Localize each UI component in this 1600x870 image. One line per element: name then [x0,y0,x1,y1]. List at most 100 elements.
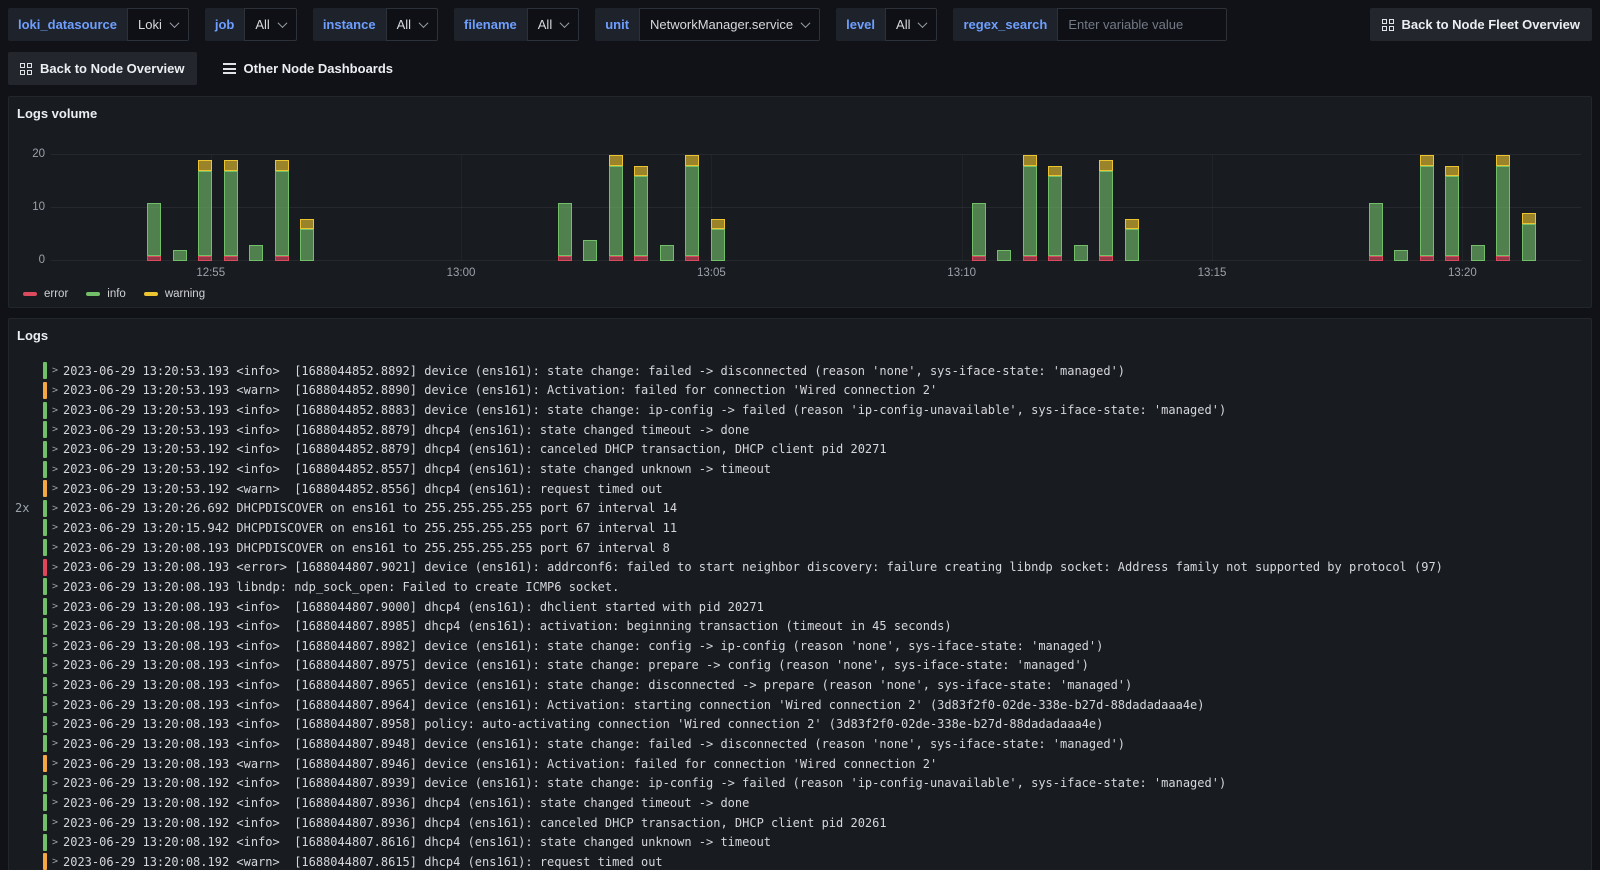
stacked-bar[interactable] [274,160,289,261]
stacked-bar[interactable] [1073,245,1088,261]
log-row[interactable]: >2023-06-29 13:20:08.193 DHCPDISCOVER on… [9,538,1591,558]
log-row[interactable]: >2023-06-29 13:20:08.193 <info> [1688044… [9,597,1591,617]
log-expand-chevron-icon[interactable]: > [47,817,63,828]
stacked-bar[interactable] [172,250,187,261]
stacked-bar[interactable] [1521,213,1536,261]
log-expand-chevron-icon[interactable]: > [47,778,63,789]
log-expand-chevron-icon[interactable]: > [47,365,63,376]
log-expand-chevron-icon[interactable]: > [47,660,63,671]
stacked-bar[interactable] [557,202,572,261]
log-expand-chevron-icon[interactable]: > [47,385,63,396]
log-expand-chevron-icon[interactable]: > [47,837,63,848]
stacked-bar[interactable] [685,155,700,261]
log-expand-chevron-icon[interactable]: > [47,503,63,514]
stacked-bar[interactable] [147,202,162,261]
log-expand-chevron-icon[interactable]: > [47,680,63,691]
log-row[interactable]: >2023-06-29 13:20:53.192 <info> [1688044… [9,440,1591,460]
log-expand-chevron-icon[interactable]: > [47,424,63,435]
bar-segment-info [1022,165,1037,256]
stacked-bar[interactable] [710,218,725,261]
stacked-bar[interactable] [1394,250,1409,261]
stacked-bar[interactable] [1022,155,1037,261]
log-row[interactable]: >2023-06-29 13:20:53.193 <info> [1688044… [9,361,1591,381]
stacked-bar[interactable] [198,160,213,261]
log-row[interactable]: >2023-06-29 13:20:08.193 <info> [1688044… [9,695,1591,715]
log-expand-chevron-icon[interactable]: > [47,522,63,533]
legend-item-warning[interactable]: warning [143,288,205,300]
other-node-dashboards-link[interactable]: Other Node Dashboards [219,52,398,85]
variable-input-regex_search[interactable] [1057,8,1228,41]
log-expand-chevron-icon[interactable]: > [47,699,63,710]
log-row[interactable]: >2023-06-29 13:20:53.193 <info> [1688044… [9,400,1591,420]
stacked-bar[interactable] [659,245,674,261]
stacked-bar[interactable] [997,250,1012,261]
bar-segment-error [1496,255,1511,261]
stacked-bar[interactable] [1419,155,1434,261]
back-to-node-overview-button[interactable]: Back to Node Overview [8,52,197,85]
log-expand-chevron-icon[interactable]: > [47,738,63,749]
bar-segment-info [634,176,649,256]
variable-value-job[interactable]: All [244,8,297,41]
stacked-bar[interactable] [971,202,986,261]
log-row[interactable]: >2023-06-29 13:20:08.192 <info> [1688044… [9,793,1591,813]
log-expand-chevron-icon[interactable]: > [47,464,63,475]
log-expand-chevron-icon[interactable]: > [47,444,63,455]
variable-value-unit[interactable]: NetworkManager.service [639,8,821,41]
stacked-bar[interactable] [1368,202,1383,261]
bar-segment-info [1124,229,1139,261]
stacked-bar[interactable] [300,218,315,261]
log-expand-chevron-icon[interactable]: > [47,797,63,808]
chevron-down-icon [800,18,811,29]
log-expand-chevron-icon[interactable]: > [47,621,63,632]
variable-value-level[interactable]: All [885,8,938,41]
log-expand-chevron-icon[interactable]: > [47,483,63,494]
stacked-bar[interactable] [634,165,649,261]
log-row[interactable]: >2023-06-29 13:20:08.192 <info> [1688044… [9,813,1591,833]
log-expand-chevron-icon[interactable]: > [47,581,63,592]
log-row[interactable]: >2023-06-29 13:20:08.193 <info> [1688044… [9,715,1591,735]
log-expand-chevron-icon[interactable]: > [47,542,63,553]
stacked-bar[interactable] [223,160,238,261]
log-expand-chevron-icon[interactable]: > [47,719,63,730]
log-row[interactable]: >2023-06-29 13:20:08.192 <warn> [1688044… [9,852,1591,870]
variable-value-instance[interactable]: All [385,8,439,41]
log-row[interactable]: >2023-06-29 13:20:15.942 DHCPDISCOVER on… [9,518,1591,538]
log-row[interactable]: >2023-06-29 13:20:08.193 <warn> [1688044… [9,754,1591,774]
log-expand-chevron-icon[interactable]: > [47,856,63,867]
log-row[interactable]: >2023-06-29 13:20:53.193 <warn> [1688044… [9,381,1591,401]
log-expand-chevron-icon[interactable]: > [47,562,63,573]
stacked-bar[interactable] [1099,160,1114,261]
log-row[interactable]: >2023-06-29 13:20:08.193 <info> [1688044… [9,734,1591,754]
log-row[interactable]: >2023-06-29 13:20:08.193 <error> [168804… [9,557,1591,577]
variable-value-filename[interactable]: All [526,8,580,41]
stacked-bar[interactable] [1124,218,1139,261]
variable-value-loki_datasource[interactable]: Loki [127,8,189,41]
stacked-bar[interactable] [1470,245,1485,261]
log-row[interactable]: >2023-06-29 13:20:53.192 <warn> [1688044… [9,479,1591,499]
stacked-bar[interactable] [1445,165,1460,261]
logs-panel: Logs >2023-06-29 13:20:53.193 <info> [16… [8,318,1592,870]
stacked-bar[interactable] [583,239,598,261]
log-expand-chevron-icon[interactable]: > [47,758,63,769]
legend-item-error[interactable]: error [23,288,68,300]
stacked-bar[interactable] [608,155,623,261]
back-to-node-fleet-overview-button[interactable]: Back to Node Fleet Overview [1369,8,1592,41]
log-expand-chevron-icon[interactable]: > [47,640,63,651]
log-row[interactable]: >2023-06-29 13:20:08.193 <info> [1688044… [9,616,1591,636]
logs-volume-chart[interactable]: 12:55 13:00 13:05 13:10 13:15 13:20 [51,154,1581,279]
legend-item-info[interactable]: info [86,288,126,300]
log-expand-chevron-icon[interactable]: > [47,601,63,612]
log-row[interactable]: >2023-06-29 13:20:08.193 libndp: ndp_soc… [9,577,1591,597]
log-row[interactable]: >2023-06-29 13:20:08.193 <info> [1688044… [9,656,1591,676]
stacked-bar[interactable] [1048,165,1063,261]
log-row[interactable]: >2023-06-29 13:20:08.193 <info> [1688044… [9,636,1591,656]
log-row[interactable]: >2023-06-29 13:20:53.192 <info> [1688044… [9,459,1591,479]
stacked-bar[interactable] [249,245,264,261]
log-row[interactable]: >2023-06-29 13:20:08.192 <info> [1688044… [9,773,1591,793]
log-row[interactable]: >2023-06-29 13:20:08.193 <info> [1688044… [9,675,1591,695]
stacked-bar[interactable] [1496,155,1511,261]
log-row[interactable]: >2023-06-29 13:20:53.193 <info> [1688044… [9,420,1591,440]
log-row[interactable]: 2x >2023-06-29 13:20:26.692 DHCPDISCOVER … [9,498,1591,518]
log-expand-chevron-icon[interactable]: > [47,405,63,416]
log-row[interactable]: >2023-06-29 13:20:08.192 <info> [1688044… [9,832,1591,852]
